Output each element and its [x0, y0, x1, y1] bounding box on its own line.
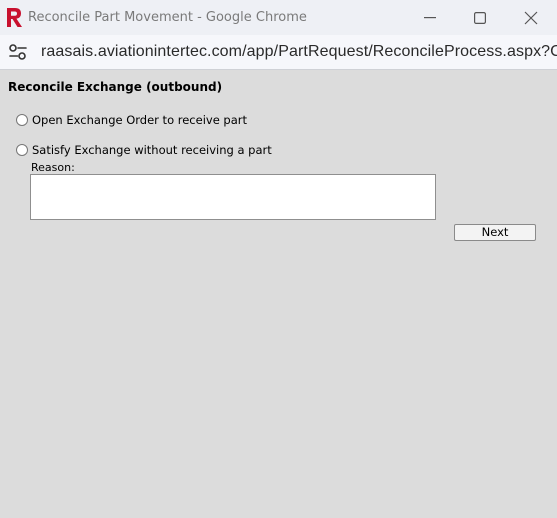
option-open-exchange-order[interactable]: Open Exchange Order to receive part — [16, 112, 247, 128]
option-satisfy-exchange[interactable]: Satisfy Exchange without receiving a par… — [16, 142, 272, 158]
close-icon — [524, 11, 538, 25]
tune-icon[interactable] — [8, 43, 28, 61]
maximize-icon — [474, 12, 486, 24]
close-button[interactable] — [508, 3, 554, 33]
browser-window: Reconcile Part Movement - Google Chrome … — [0, 0, 557, 518]
minimize-icon — [424, 17, 436, 19]
address-bar: raasais.aviationintertec.com/app/PartReq… — [0, 35, 557, 70]
maximize-button[interactable] — [457, 3, 503, 33]
radio-label-open-exchange-order[interactable]: Open Exchange Order to receive part — [32, 113, 247, 127]
page-content: Reconcile Exchange (outbound) Open Excha… — [0, 70, 557, 518]
window-title: Reconcile Part Movement - Google Chrome — [28, 10, 307, 25]
minimize-button[interactable] — [407, 3, 453, 33]
radio-satisfy-exchange[interactable] — [16, 144, 28, 156]
page-title: Reconcile Exchange (outbound) — [8, 80, 223, 94]
radio-open-exchange-order[interactable] — [16, 114, 28, 126]
radio-label-satisfy-exchange[interactable]: Satisfy Exchange without receiving a par… — [32, 143, 272, 157]
url-text[interactable]: raasais.aviationintertec.com/app/PartReq… — [41, 43, 557, 61]
next-button[interactable]: Next — [454, 224, 536, 241]
reason-label: Reason: — [31, 161, 75, 174]
reason-textarea[interactable] — [30, 174, 436, 220]
app-logo-icon — [5, 7, 23, 28]
title-bar: Reconcile Part Movement - Google Chrome — [0, 0, 557, 36]
